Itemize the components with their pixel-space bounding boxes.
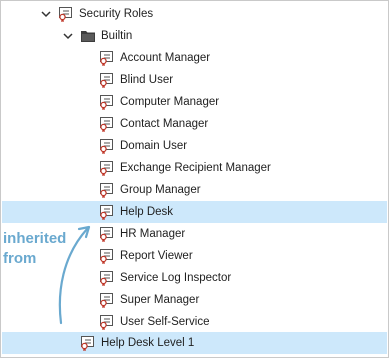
tree-node-role[interactable]: Domain User [2,135,387,157]
annotation-line-2: from [3,250,37,267]
tree-node-role[interactable]: Contact Manager [2,113,387,135]
tree-node-label: Blind User [120,74,174,86]
tree-node-label: Security Roles [79,8,154,20]
inherited-from-annotation: inherited from [3,229,66,269]
tree-node-label: HR Manager [120,228,186,240]
tree-node-role[interactable]: Service Log Inspector [2,267,387,289]
tree-node-label: Computer Manager [120,96,220,108]
security-role-icon [58,6,74,22]
tree-node-label: User Self-Service [120,316,210,328]
chevron-down-icon[interactable] [62,30,74,42]
tree-node-label: Service Log Inspector [120,272,232,284]
security-role-icon [99,248,115,264]
annotation-line-1: inherited [3,230,67,247]
chevron-down-icon[interactable] [40,8,52,20]
tree-node-help-desk-level-1[interactable]: Help Desk Level 1 [2,332,387,354]
tree-node-label: Exchange Recipient Manager [120,162,271,174]
tree-node-label: Help Desk [120,206,174,218]
security-role-icon [80,335,96,351]
tree-node-label: Domain User [120,140,188,152]
security-role-icon [99,50,115,66]
tree-node-role[interactable]: Exchange Recipient Manager [2,157,387,179]
tree-node-label: Report Viewer [120,250,193,262]
security-role-icon [99,116,115,132]
tree-node-role[interactable]: User Self-Service [2,311,387,333]
security-role-icon [99,270,115,286]
security-role-icon [99,226,115,242]
tree-node-role[interactable]: Group Manager [2,179,387,201]
security-role-icon [99,204,115,220]
security-role-icon [99,72,115,88]
security-role-icon [99,138,115,154]
security-role-icon [99,314,115,330]
tree-node-label: Account Manager [120,52,211,64]
tree-node-label: Help Desk Level 1 [101,337,195,349]
tree-node-role[interactable]: Blind User [2,69,387,91]
tree-node-role[interactable]: Help Desk [2,201,387,223]
security-role-icon [99,160,115,176]
tree-node-role[interactable]: Super Manager [2,289,387,311]
tree-node-role[interactable]: Computer Manager [2,91,387,113]
security-role-icon [99,94,115,110]
folder-icon [80,28,96,44]
tree-node-security-roles[interactable]: Security Roles [2,3,387,25]
tree-node-role[interactable]: Account Manager [2,47,387,69]
tree-node-label: Contact Manager [120,118,209,130]
tree-node-builtin[interactable]: Builtin [2,25,387,47]
security-role-icon [99,182,115,198]
security-role-icon [99,292,115,308]
tree-node-label: Group Manager [120,184,201,196]
tree-node-label: Super Manager [120,294,200,306]
tree-panel: Security Roles Builtin Account Manager Bl… [0,0,389,358]
tree-node-label: Builtin [101,30,133,42]
